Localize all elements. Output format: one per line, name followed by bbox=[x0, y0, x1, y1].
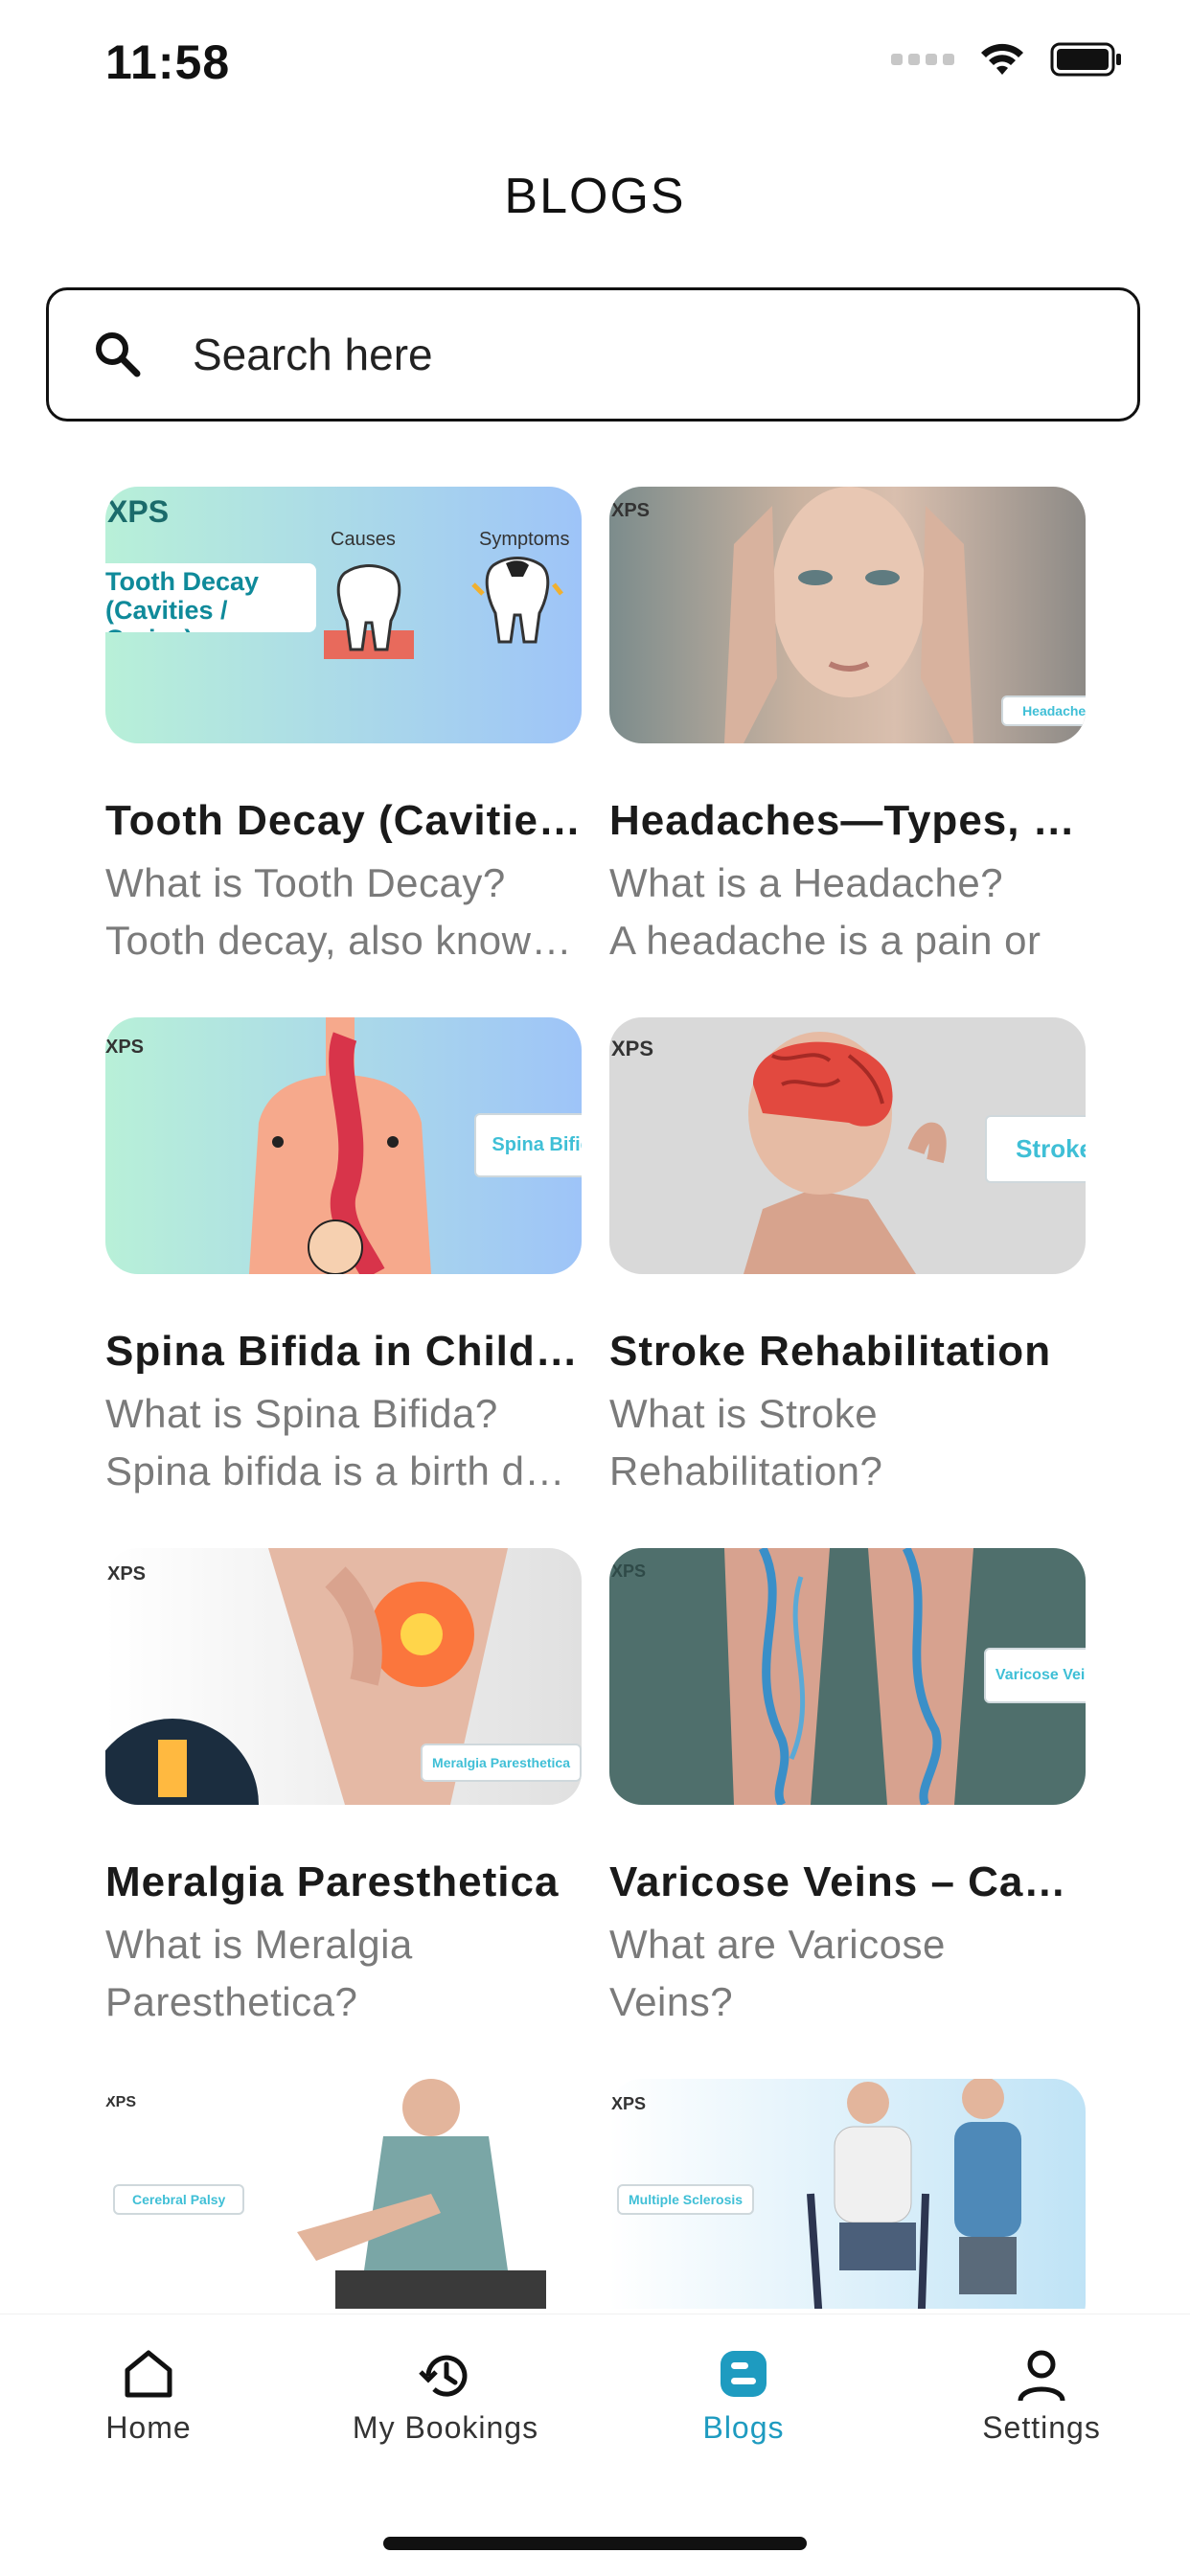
blog-thumbnail: XPS Meralgia Paresthetica bbox=[105, 1548, 582, 1805]
blog-title: Meralgia Paresthetica bbox=[105, 1858, 560, 1905]
blog-title: Tooth Decay (Cavities / Caries) bbox=[105, 797, 582, 844]
blog-excerpt-line: Spina bifida is a birth defect bbox=[105, 1448, 582, 1493]
blog-excerpt-line: A headache is a pain or bbox=[609, 918, 1041, 963]
brain-illustration bbox=[744, 1032, 947, 1274]
blog-excerpt-line: Rehabilitation? bbox=[609, 1448, 883, 1493]
blog-card-spina-bifida[interactable]: XPS Spina Bifida Spina Bifida in Childre… bbox=[105, 1017, 582, 1500]
thumbnail-logo: XPS bbox=[105, 1037, 145, 1058]
thumbnail-tag: Spina Bifida bbox=[474, 1113, 582, 1177]
blog-card-headaches[interactable]: XPS Headaches Headaches—Types, Causes Wh… bbox=[609, 487, 1086, 969]
tab-label: My Bookings bbox=[352, 2410, 539, 2445]
thumbnail-logo: XPS bbox=[611, 2094, 647, 2113]
blog-excerpt-line: What is Spina Bifida? bbox=[105, 1391, 498, 1436]
spine-illustration bbox=[249, 1017, 431, 1274]
person-icon bbox=[1018, 2350, 1065, 2402]
wheelchair-illustration bbox=[807, 2079, 1021, 2309]
blog-card-multiple-sclerosis[interactable]: XPS Multiple Sclerosis bbox=[609, 2079, 1086, 2309]
blog-card-varicose-veins[interactable]: XPS Varicose Veins Varicose Veins – Caus… bbox=[609, 1548, 1086, 2031]
thumbnail-label: Causes bbox=[331, 529, 396, 550]
blog-excerpt: What is Spina Bifida? Spina bifida is a … bbox=[105, 1385, 582, 1500]
thumbnail-logo: XPS bbox=[105, 2094, 137, 2110]
thumbnail-tag: Meralgia Paresthetica bbox=[421, 1744, 582, 1782]
blog-excerpt: What is Meralgia Paresthetica? bbox=[105, 1916, 582, 2031]
home-icon bbox=[125, 2350, 172, 2398]
therapy-illustration bbox=[297, 2079, 546, 2309]
tab-label: Settings bbox=[982, 2410, 1101, 2445]
blog-title: Headaches—Types, Causes bbox=[609, 797, 1086, 844]
blog-card-stroke-rehabilitation[interactable]: XPS Stroke Stroke Rehabilitation What is… bbox=[609, 1017, 1086, 1500]
thumbnail-logo: XPS bbox=[611, 1037, 654, 1060]
blog-thumbnail: XPS Cerebral Palsy bbox=[105, 2079, 582, 2309]
blog-thumbnail: XPS Varicose Veins bbox=[609, 1548, 1086, 1805]
blog-grid: XPS Tooth Decay (Cavities / Caries) Caus… bbox=[0, 0, 1190, 2309]
tab-blogs[interactable]: Blogs bbox=[595, 2314, 892, 2487]
blog-thumbnail: XPS Headaches bbox=[609, 487, 1086, 743]
thumbnail-tag: Multiple Sclerosis bbox=[617, 2184, 755, 2215]
blogger-icon bbox=[721, 2351, 767, 2397]
blog-excerpt-line: What is Tooth Decay? bbox=[105, 860, 506, 905]
blog-excerpt-line: What is a Headache? bbox=[609, 860, 1004, 905]
blog-excerpt-line: Paresthetica? bbox=[105, 1979, 358, 2024]
tab-label: Blogs bbox=[702, 2410, 785, 2445]
blog-thumbnail: XPS Multiple Sclerosis bbox=[609, 2079, 1086, 2309]
thumbnail-tag: Stroke bbox=[985, 1115, 1086, 1183]
blog-title: Varicose Veins – Causes bbox=[609, 1858, 1086, 1905]
blog-excerpt-line: Tooth decay, also known as bbox=[105, 918, 582, 963]
blog-title: Spina Bifida in Children bbox=[105, 1328, 582, 1375]
blog-thumbnail: XPS Tooth Decay (Cavities / Caries) Caus… bbox=[105, 487, 582, 743]
blog-card-meralgia-paresthetica[interactable]: XPS Meralgia Paresthetica Meralgia Pares… bbox=[105, 1548, 582, 2031]
blog-excerpt-line: What is Meralgia bbox=[105, 1922, 413, 1967]
blog-excerpt: What is a Headache? A headache is a pain… bbox=[609, 855, 1086, 969]
blog-excerpt-line: Veins? bbox=[609, 1979, 734, 2024]
blog-excerpt: What is Stroke Rehabilitation? bbox=[609, 1385, 1086, 1500]
thumbnail-tag: Cerebral Palsy bbox=[113, 2184, 245, 2215]
home-indicator bbox=[383, 2537, 807, 2550]
thumbnail-logo: XPS bbox=[107, 494, 170, 529]
tab-settings[interactable]: Settings bbox=[893, 2314, 1190, 2487]
thumbnail-tag: Varicose Veins bbox=[983, 1648, 1086, 1703]
tooth-illustration bbox=[471, 557, 563, 644]
tab-home[interactable]: Home bbox=[0, 2314, 297, 2487]
thumbnail-logo: XPS bbox=[611, 500, 651, 521]
blog-excerpt-line: What are Varicose bbox=[609, 1922, 946, 1967]
blog-title: Stroke Rehabilitation bbox=[609, 1328, 1052, 1375]
blog-excerpt: What are Varicose Veins? bbox=[609, 1916, 1086, 2031]
face-illustration bbox=[724, 487, 973, 743]
blog-excerpt: What is Tooth Decay? Tooth decay, also k… bbox=[105, 855, 582, 969]
blog-excerpt-line: What is Stroke bbox=[609, 1391, 879, 1436]
blog-card-tooth-decay[interactable]: XPS Tooth Decay (Cavities / Caries) Caus… bbox=[105, 487, 582, 969]
thumbnail-label: Symptoms bbox=[479, 529, 570, 550]
blog-thumbnail: XPS Spina Bifida bbox=[105, 1017, 582, 1274]
thumbnail-tag: Headaches bbox=[1001, 695, 1086, 726]
blog-card-cerebral-palsy[interactable]: XPS Cerebral Palsy bbox=[105, 2079, 582, 2309]
tab-label: Home bbox=[105, 2410, 192, 2445]
thumbnail-caption: Tooth Decay (Cavities / Caries) bbox=[105, 563, 316, 632]
blog-thumbnail: XPS Stroke bbox=[609, 1017, 1086, 1274]
tab-my-bookings[interactable]: My Bookings bbox=[297, 2314, 594, 2487]
history-icon bbox=[419, 2355, 468, 2397]
tooth-illustration bbox=[324, 564, 414, 659]
